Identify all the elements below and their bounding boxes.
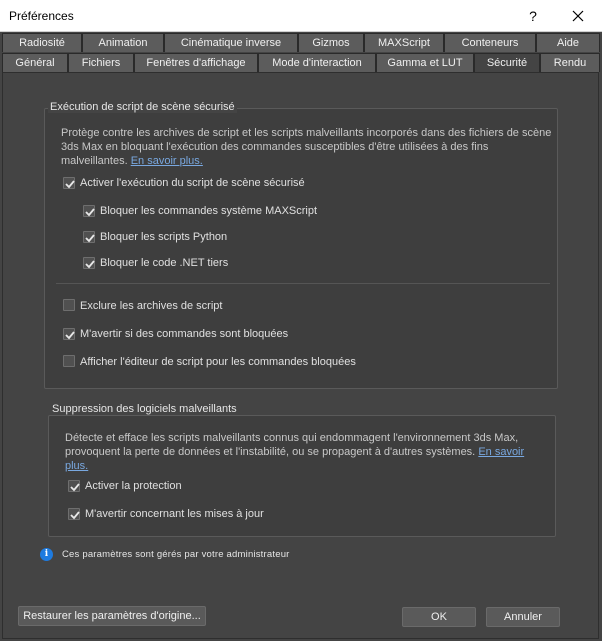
enable-protection-checkbox[interactable] — [68, 480, 80, 492]
warn-blocked-checkbox[interactable] — [63, 328, 75, 340]
checkmark-icon — [70, 483, 80, 492]
tab-radiosite[interactable]: Radiosité — [2, 33, 82, 52]
warn-updates-checkbox[interactable] — [68, 508, 80, 520]
ok-button[interactable]: OK — [402, 607, 476, 627]
checkmark-icon — [70, 511, 80, 520]
secure-script-desc-line2: 3ds Max en bloquant l'exécution des comm… — [61, 141, 489, 153]
malware-title: Suppression des logiciels malveillants — [50, 403, 239, 415]
tab-rendu[interactable]: Rendu — [540, 53, 600, 72]
enable-secure-execution-checkbox[interactable] — [63, 177, 75, 189]
enable-protection-label: Activer la protection — [85, 480, 182, 492]
window-title: Préférences — [9, 9, 74, 23]
checkmark-icon — [65, 331, 75, 340]
block-dotnet-label: Bloquer le code .NET tiers — [100, 257, 229, 269]
help-button[interactable]: ? — [520, 6, 546, 26]
title-bar: Préférences ? — [0, 0, 602, 32]
tab-gamma-lut[interactable]: Gamma et LUT — [376, 53, 474, 72]
show-script-editor-label: Afficher l'éditeur de script pour les co… — [80, 356, 356, 368]
malware-learn-more-link-a[interactable]: En savoir — [478, 446, 524, 458]
warn-updates-label: M'avertir concernant les mises à jour — [85, 508, 264, 520]
admin-managed-notice: Ces paramètres sont gérés par votre admi… — [62, 549, 290, 560]
tab-fichiers[interactable]: Fichiers — [68, 53, 134, 72]
close-button[interactable] — [566, 5, 590, 27]
block-maxscript-label: Bloquer les commandes système MAXScript — [100, 205, 318, 217]
secure-script-title: Exécution de script de scène sécurisé — [48, 101, 237, 113]
checkmark-icon — [85, 234, 95, 243]
tab-animation[interactable]: Animation — [82, 33, 164, 52]
malware-desc-line2: provoquent la perte de données et l'inst… — [65, 446, 476, 458]
tab-cinematique-inverse[interactable]: Cinématique inverse — [164, 33, 298, 52]
tab-fenetres-affichage[interactable]: Fenêtres d'affichage — [134, 53, 258, 72]
exclude-archives-label: Exclure les archives de script — [80, 300, 223, 312]
tab-conteneurs[interactable]: Conteneurs — [444, 33, 536, 52]
secure-script-desc-line3: malveillantes. — [61, 155, 128, 167]
block-maxscript-checkbox[interactable] — [83, 205, 95, 217]
tab-general[interactable]: Général — [2, 53, 68, 72]
checkmark-icon — [85, 260, 95, 269]
exclude-archives-checkbox[interactable] — [63, 299, 75, 311]
secure-script-learn-more-link[interactable]: En savoir plus. — [131, 155, 203, 167]
warn-blocked-label: M'avertir si des commandes sont bloquées — [80, 328, 289, 340]
tab-securite[interactable]: Sécurité — [474, 53, 540, 73]
malware-desc-line1: Détecte et efface les scripts malveillan… — [65, 432, 519, 444]
secure-script-desc-line1: Protège contre les archives de script et… — [61, 127, 552, 139]
tab-mode-interaction[interactable]: Mode d'interaction — [258, 53, 376, 72]
secure-script-description: Protège contre les archives de script et… — [61, 126, 551, 168]
info-icon: i — [40, 548, 53, 561]
show-script-editor-checkbox[interactable] — [63, 355, 75, 367]
restore-defaults-button[interactable]: Restaurer les paramètres d'origine... — [18, 606, 206, 626]
tab-gizmos[interactable]: Gizmos — [298, 33, 364, 52]
enable-secure-execution-label: Activer l'exécution du script de scène s… — [80, 177, 305, 189]
separator — [56, 283, 550, 284]
block-python-checkbox[interactable] — [83, 231, 95, 243]
tab-aide[interactable]: Aide — [536, 33, 600, 52]
malware-description: Détecte et efface les scripts malveillan… — [65, 431, 524, 473]
checkmark-icon — [85, 208, 95, 217]
malware-learn-more-link-b[interactable]: plus. — [65, 460, 88, 472]
tab-maxscript[interactable]: MAXScript — [364, 33, 444, 52]
block-python-label: Bloquer les scripts Python — [100, 231, 228, 243]
close-icon — [572, 10, 584, 22]
block-dotnet-checkbox[interactable] — [83, 257, 95, 269]
checkmark-icon — [65, 180, 75, 189]
cancel-button[interactable]: Annuler — [486, 607, 560, 627]
